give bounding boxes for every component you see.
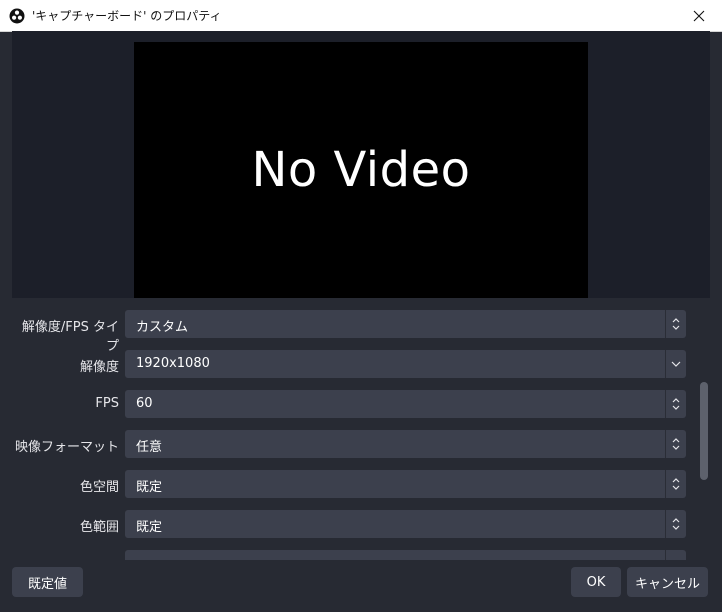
updown-chevron-icon [672, 398, 680, 410]
chevron-down-icon [671, 361, 681, 367]
dialog-footer: 既定値 OK キャンセル [0, 560, 722, 612]
fps-select[interactable]: 60 [125, 390, 686, 418]
no-video-message: No Video [251, 142, 471, 198]
resolution-select[interactable]: 1920x1080 [125, 350, 686, 378]
partial-row [12, 550, 710, 560]
video-preview: No Video [134, 42, 588, 298]
updown-arrows[interactable] [665, 430, 686, 458]
color-space-row: 色空間 既定 [12, 470, 710, 498]
partial-select[interactable] [125, 550, 686, 560]
video-format-label: 映像フォーマット [14, 440, 119, 455]
updown-chevron-icon [672, 318, 680, 330]
updown-arrows[interactable] [665, 310, 686, 338]
window-title: 'キャプチャーボード' のプロパティ [32, 9, 222, 23]
updown-arrows[interactable] [665, 510, 686, 538]
preview-area: No Video [12, 31, 710, 298]
close-icon [693, 10, 705, 21]
color-space-value: 既定 [136, 480, 163, 495]
video-format-select[interactable]: 任意 [125, 430, 686, 458]
updown-chevron-icon [672, 478, 680, 490]
resolution-label: 解像度 [79, 360, 119, 375]
resolution-fps-type-label: 解像度/FPS タイプ [21, 320, 119, 354]
ok-button[interactable]: OK [571, 567, 621, 597]
resolution-fps-type-value: カスタム [136, 320, 189, 335]
video-format-row: 映像フォーマット 任意 [12, 430, 710, 458]
updown-arrows[interactable] [665, 390, 686, 418]
resolution-value: 1920x1080 [136, 356, 210, 371]
color-space-select[interactable]: 既定 [125, 470, 686, 498]
cancel-button[interactable]: キャンセル [627, 567, 708, 597]
video-format-value: 任意 [136, 440, 163, 455]
color-range-label: 色範囲 [79, 520, 119, 535]
color-range-select[interactable]: 既定 [125, 510, 686, 538]
color-range-row: 色範囲 既定 [12, 510, 710, 538]
resolution-row: 解像度 1920x1080 [12, 350, 710, 378]
resolution-fps-type-select[interactable]: カスタム [125, 310, 686, 338]
defaults-button[interactable]: 既定値 [12, 567, 83, 597]
updown-arrows[interactable] [665, 550, 686, 560]
fps-row: FPS 60 [12, 390, 710, 418]
dropdown-button[interactable] [665, 350, 686, 378]
close-button[interactable] [676, 0, 722, 31]
updown-arrows[interactable] [665, 470, 686, 498]
scrollbar-thumb[interactable] [700, 382, 708, 480]
resolution-fps-type-row: 解像度/FPS タイプ カスタム [12, 310, 710, 354]
obs-logo-icon [9, 8, 25, 23]
title-bar[interactable]: 'キャプチャーボード' のプロパティ [0, 0, 722, 32]
fps-label: FPS [95, 396, 119, 411]
updown-chevron-icon [672, 518, 680, 530]
properties-dialog: 'キャプチャーボード' のプロパティ No Video 解像度/FPS タイプ … [0, 0, 722, 612]
fps-value: 60 [136, 396, 153, 411]
color-space-label: 色空間 [79, 480, 119, 495]
color-range-value: 既定 [136, 520, 163, 535]
updown-chevron-icon [672, 438, 680, 450]
settings-panel[interactable]: 解像度/FPS タイプ カスタム 解像度 1920x1080 FPS 60 映像… [12, 298, 710, 560]
